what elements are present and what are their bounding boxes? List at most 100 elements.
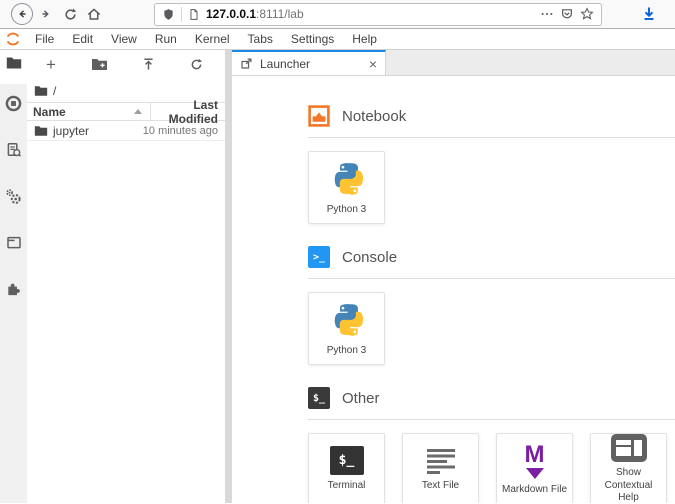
section-title: Notebook [342,108,406,125]
new-folder-icon [91,57,108,72]
breadcrumb-root[interactable]: / [53,84,56,98]
reload-button[interactable] [58,2,82,26]
name-column-label: Name [33,105,66,119]
page-icon [188,8,200,21]
upload-icon [141,57,156,72]
browser-toolbar: 127.0.0.1:8111/lab [0,0,675,29]
upload-button[interactable] [138,55,158,75]
new-launcher-button[interactable]: + [41,55,61,75]
jupyter-logo [4,30,22,48]
card-row: Python 3 [308,292,675,365]
python-logo [327,159,367,199]
page-actions-icon[interactable] [540,7,554,21]
file-list-header: Name Last Modified [27,102,225,121]
file-browser-toolbar: + [27,50,225,79]
tab-launcher[interactable]: Launcher × [232,50,386,75]
section-title: Other [342,390,380,407]
launcher: Notebook Python 3 [232,76,675,503]
card-label: Python 3 [325,345,368,358]
card-label: Markdown File [500,484,569,497]
url-host: 127.0.0.1 [206,7,256,21]
folder-icon [34,125,48,137]
open-tabs-icon[interactable] [6,235,22,250]
launcher-card-terminal[interactable]: $_ Terminal [308,433,385,503]
folder-icon [34,85,48,97]
menu-file[interactable]: File [26,32,63,46]
menu-run[interactable]: Run [146,32,186,46]
folder-icon [6,56,22,70]
browser-window: 127.0.0.1:8111/lab File Edit View Run Ke… [0,0,675,504]
launcher-card-notebook-python3[interactable]: Python 3 [308,151,385,224]
file-last-modified: 10 minutes ago [143,125,218,137]
new-folder-button[interactable] [90,55,110,75]
launcher-section-other: $_ Other $_ Terminal [308,386,675,503]
file-browser-panel: + / Name Last Modifie [27,50,225,503]
section-divider [308,278,675,279]
contextual-help-icon [611,434,647,462]
menu-help[interactable]: Help [343,32,386,46]
menu-settings[interactable]: Settings [282,32,343,46]
menu-tabs[interactable]: Tabs [239,32,282,46]
property-inspector-icon[interactable] [5,188,22,205]
refresh-button[interactable] [187,55,207,75]
bookmark-star-icon[interactable] [580,7,594,21]
running-sessions-icon[interactable] [5,95,22,112]
forward-button[interactable] [34,2,58,26]
section-divider [308,137,675,138]
url-text: 127.0.0.1:8111/lab [206,7,534,21]
section-header: $_ Other [308,386,675,410]
tab-label: Launcher [260,57,362,71]
markdown-down-arrow [526,468,544,479]
launcher-card-markdown-file[interactable]: M Markdown File [496,433,573,503]
menu-view[interactable]: View [102,32,146,46]
card-label: Text File [420,480,461,493]
home-icon [86,6,102,22]
launcher-section-notebook: Notebook Python 3 [308,104,675,224]
markdown-icon: M [525,443,545,479]
section-header: >_ Console [308,245,675,269]
menu-edit[interactable]: Edit [63,32,102,46]
card-label: Terminal [326,480,368,493]
panel-resize-handle[interactable] [225,50,232,503]
tracking-shield-icon [162,8,175,21]
launcher-section-console: >_ Console Python 3 [308,245,675,365]
markdown-m-letter: M [525,443,545,467]
reload-icon [63,7,78,22]
card-label: Python 3 [325,204,368,217]
command-palette-icon[interactable] [6,142,22,158]
downloads-button[interactable] [637,2,661,26]
section-header: Notebook [308,104,675,128]
card-label: Show Contextual Help [591,467,666,503]
menu-kernel[interactable]: Kernel [186,32,239,46]
launcher-card-console-python3[interactable]: Python 3 [308,292,385,365]
text-file-icon [425,447,457,475]
launcher-card-show-contextual-help[interactable]: Show Contextual Help [590,433,667,503]
home-button[interactable] [82,2,106,26]
urlbar-separator [181,7,182,22]
back-icon [11,3,33,25]
file-row-jupyter[interactable]: jupyter 10 minutes ago [27,121,225,141]
terminal-icon: $_ [330,446,364,475]
console-icon: >_ [308,246,330,268]
url-path: :8111/lab [256,7,304,21]
forward-icon [39,7,53,21]
back-button[interactable] [10,2,34,26]
terminal-icon: $_ [308,387,330,409]
column-header-name[interactable]: Name [27,103,151,120]
card-row: Python 3 [308,151,675,224]
sort-ascending-icon [134,109,142,114]
section-title: Console [342,249,397,266]
download-icon [641,6,657,22]
plus-icon: + [46,56,56,73]
launcher-card-text-file[interactable]: Text File [402,433,479,503]
jupyterlab-menubar: File Edit View Run Kernel Tabs Settings … [0,29,675,50]
refresh-icon [189,57,204,72]
dock-tab-bar: Launcher × [232,50,675,76]
launcher-icon [240,57,253,70]
extension-manager-icon[interactable] [5,280,22,297]
url-bar[interactable]: 127.0.0.1:8111/lab [154,3,602,26]
tab-close-icon[interactable]: × [369,57,377,71]
pocket-icon[interactable] [560,7,574,21]
sidebar-item-file-browser[interactable] [0,50,27,84]
card-row: $_ Terminal Text File [308,433,675,503]
